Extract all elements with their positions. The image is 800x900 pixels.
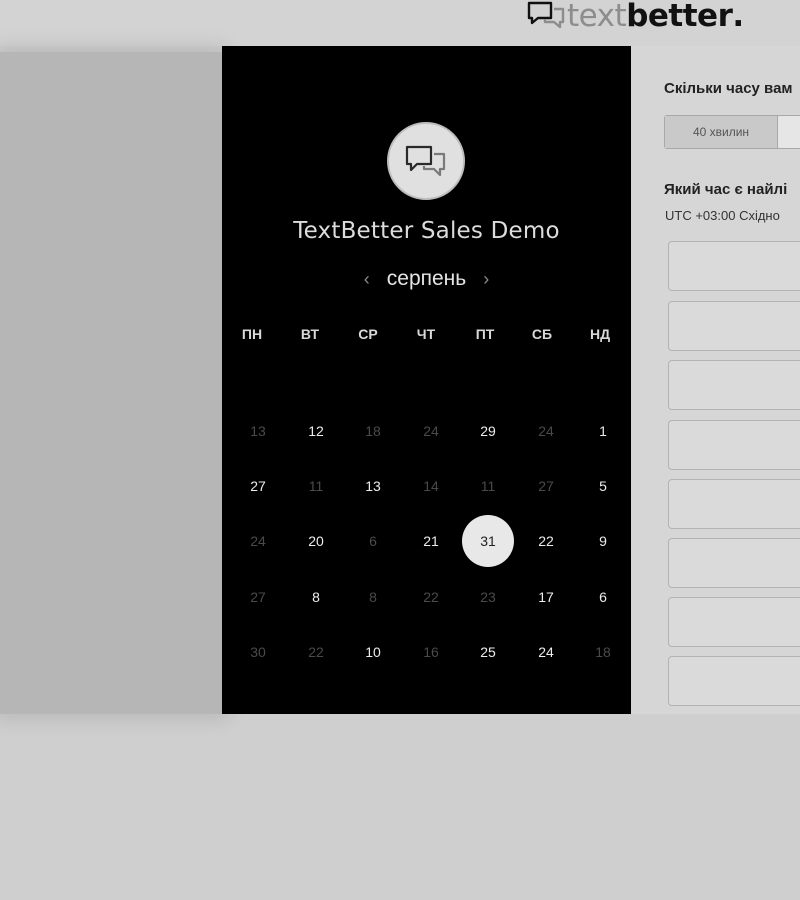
calendar-day: 8	[369, 589, 377, 605]
logo-text-light: text	[567, 0, 627, 34]
calendar-day: 18	[595, 644, 611, 660]
calendar-day[interactable]: 10	[347, 626, 399, 678]
month-navigation: ‹ серпень ›	[222, 264, 631, 294]
calendar-day[interactable]: 25	[462, 626, 514, 678]
time-question: Який час є найлі	[664, 181, 788, 198]
calendar-day: 11	[480, 478, 496, 494]
duration-question: Скільки часу вам	[664, 80, 793, 97]
calendar-day: 11	[308, 478, 324, 494]
time-slot[interactable]	[668, 420, 800, 470]
calendar-day[interactable]: 6	[577, 571, 629, 623]
weekday-label: СБ	[531, 326, 553, 342]
calendar-day[interactable]: 12	[290, 405, 342, 457]
calendar-day: 16	[423, 644, 439, 660]
month-label: серпень	[386, 267, 467, 290]
calendar-day[interactable]: 24	[520, 626, 572, 678]
calendar-day[interactable]: 22	[520, 515, 572, 567]
time-slot[interactable]	[668, 479, 800, 529]
calendar-day: 27	[538, 478, 554, 494]
weekday-label: СР	[358, 326, 378, 342]
calendar-day[interactable]: 21	[405, 515, 457, 567]
weekday-label: НД	[589, 326, 611, 342]
calendar-day[interactable]: 27	[232, 460, 284, 512]
weekday-header: ПН ВТ СР ЧТ ПТ СБ НД	[222, 326, 631, 346]
calendar-day: 24	[250, 533, 266, 549]
calendar-day: 27	[250, 589, 266, 605]
calendar-day: 24	[538, 423, 554, 439]
duration-selector: 40 хвилин	[664, 115, 800, 149]
selected-day[interactable]: 31	[462, 515, 514, 567]
calendar-day[interactable]: 17	[520, 571, 572, 623]
calendar-panel: TextBetter Sales Demo ‹ серпень › ПН ВТ СР…	[222, 46, 631, 714]
calendar-day: 6	[369, 533, 377, 549]
calendar-day[interactable]: 8	[290, 571, 342, 623]
calendar-day: 22	[308, 644, 324, 660]
avatar	[387, 122, 465, 200]
calendar-day[interactable]: 20	[290, 515, 342, 567]
top-bar: text better.	[0, 0, 800, 46]
calendar-day: 24	[423, 423, 439, 439]
chat-bubbles-icon	[527, 1, 565, 29]
time-slot[interactable]	[668, 301, 800, 351]
weekday-label: ЧТ	[416, 326, 436, 342]
calendar-day: 13	[250, 423, 266, 439]
calendar-day[interactable]: 9	[577, 515, 629, 567]
calendar-day[interactable]: 13	[347, 460, 399, 512]
calendar-day: 14	[423, 478, 439, 494]
calendar-day[interactable]: 5	[577, 460, 629, 512]
chevron-right-icon[interactable]: ›	[472, 269, 500, 290]
calendar-day: 22	[423, 589, 439, 605]
timezone-label[interactable]: UTC +03:00 Східно	[665, 208, 780, 223]
chat-bubbles-icon	[405, 145, 446, 177]
weekday-label: ПТ	[475, 326, 495, 342]
calendar-day: 30	[250, 644, 266, 660]
logo-dot: .	[732, 0, 744, 34]
duration-option[interactable]: 40 хвилин	[665, 116, 778, 148]
time-slot[interactable]	[668, 241, 800, 291]
booking-panel: Скільки часу вам 40 хвилин Який час є на…	[631, 46, 800, 714]
calendar-day: 23	[480, 589, 496, 605]
calendar-day[interactable]: 1	[577, 405, 629, 457]
event-title: TextBetter Sales Demo	[293, 218, 560, 244]
textbetter-logo[interactable]: text better.	[527, 0, 744, 32]
time-slot[interactable]	[668, 360, 800, 410]
logo-text-bold: better	[626, 0, 733, 34]
calendar-day: 18	[365, 423, 381, 439]
time-slot[interactable]	[668, 538, 800, 588]
chevron-left-icon[interactable]: ‹	[353, 269, 381, 290]
weekday-label: ПН	[241, 326, 263, 342]
time-slot[interactable]	[668, 656, 800, 706]
calendar-day[interactable]: 29	[462, 405, 514, 457]
weekday-label: ВТ	[300, 326, 320, 342]
page-shade	[0, 52, 222, 714]
time-slot[interactable]	[668, 597, 800, 647]
